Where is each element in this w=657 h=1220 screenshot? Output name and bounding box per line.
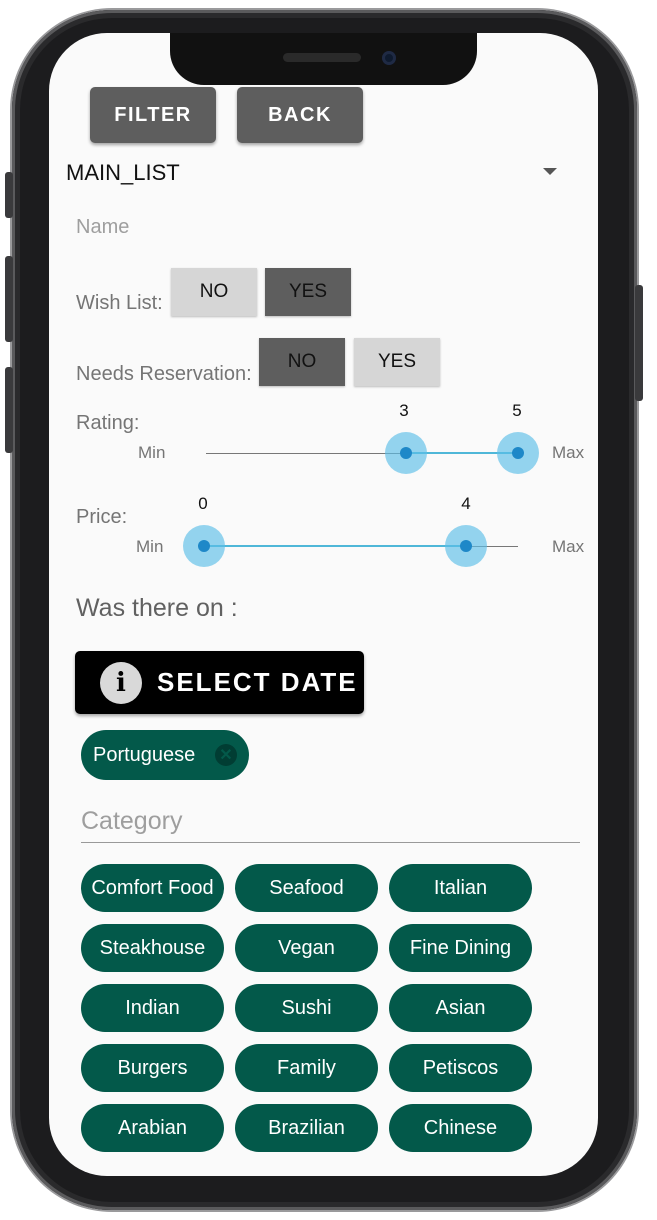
rating-max-label: Max <box>552 443 585 462</box>
wish-list-label: Wish List: <box>76 292 163 314</box>
needs-reservation-label: Needs Reservation: <box>76 363 252 385</box>
phone-volume-down <box>5 367 13 453</box>
back-button[interactable]: BACK <box>237 87 363 143</box>
name-input[interactable]: Name <box>76 216 546 250</box>
price-low-value: 0 <box>198 494 208 513</box>
category-chip[interactable]: Brazilian <box>235 1104 378 1152</box>
phone-notch <box>170 33 477 85</box>
phone-mute-switch <box>5 172 13 218</box>
price-max-thumb[interactable] <box>445 525 487 567</box>
list-dropdown[interactable]: MAIN_LIST <box>66 158 566 190</box>
category-chip[interactable]: Petiscos <box>389 1044 532 1092</box>
category-chip[interactable]: Asian <box>389 984 532 1032</box>
rating-label: Rating: <box>76 412 140 434</box>
category-chip[interactable]: Burgers <box>81 1044 224 1092</box>
price-slider-range <box>204 545 466 547</box>
category-chip[interactable]: Comfort Food <box>81 864 224 912</box>
close-icon[interactable]: ✕ <box>215 744 237 766</box>
phone-volume-up <box>5 256 13 342</box>
price-min-label: Min <box>136 537 164 556</box>
rating-min-label: Min <box>138 443 166 462</box>
category-chip[interactable]: Family <box>235 1044 378 1092</box>
category-chip[interactable]: Chinese <box>389 1104 532 1152</box>
price-high-value: 4 <box>461 494 471 513</box>
rating-high-value: 5 <box>512 401 522 420</box>
category-chip[interactable]: Indian <box>81 984 224 1032</box>
rating-min-thumb[interactable] <box>385 432 427 474</box>
rating-low-value: 3 <box>399 401 409 420</box>
was-there-label: Was there on : <box>76 594 238 622</box>
selected-category-chip-label: Portuguese <box>93 743 196 766</box>
needs-reservation-yes-toggle[interactable]: YES <box>354 338 440 386</box>
dropdown-arrow-icon <box>543 168 557 175</box>
category-chip[interactable]: Sushi <box>235 984 378 1032</box>
category-chip[interactable]: Vegan <box>235 924 378 972</box>
category-chip[interactable]: Steakhouse <box>81 924 224 972</box>
phone-power-button <box>635 285 643 401</box>
filter-button[interactable]: FILTER <box>90 87 216 143</box>
needs-reservation-no-toggle[interactable]: NO <box>259 338 345 386</box>
info-icon: i <box>100 661 142 704</box>
category-chip[interactable]: Seafood <box>235 864 378 912</box>
selected-category-chip[interactable]: Portuguese ✕ <box>81 730 249 780</box>
category-input[interactable]: Category <box>81 807 182 836</box>
select-date-label: SELECT DATE <box>157 667 358 697</box>
wish-list-yes-toggle[interactable]: YES <box>265 268 351 316</box>
front-camera <box>382 51 396 65</box>
price-max-label: Max <box>552 537 585 556</box>
category-chip[interactable]: Italian <box>389 864 532 912</box>
price-label: Price: <box>76 506 128 528</box>
speaker-grille <box>283 53 361 62</box>
rating-max-thumb[interactable] <box>497 432 539 474</box>
category-chip[interactable]: Arabian <box>81 1104 224 1152</box>
category-input-underline <box>81 842 580 843</box>
wish-list-no-toggle[interactable]: NO <box>171 268 257 316</box>
price-min-thumb[interactable] <box>183 525 225 567</box>
select-date-button[interactable]: i SELECT DATE <box>75 651 364 714</box>
category-chip[interactable]: Fine Dining <box>389 924 532 972</box>
list-dropdown-value: MAIN_LIST <box>66 160 180 185</box>
